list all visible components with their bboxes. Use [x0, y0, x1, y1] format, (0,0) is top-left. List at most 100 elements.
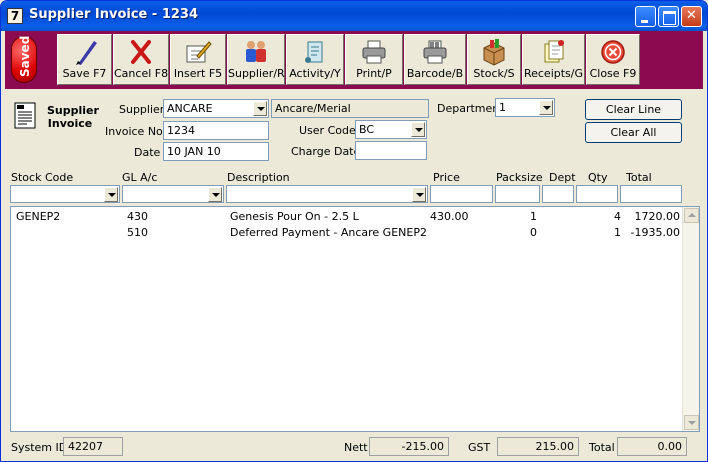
maximize-button[interactable]	[658, 6, 679, 27]
supplier-value: ANCARE	[167, 102, 213, 115]
qty-filter[interactable]	[576, 185, 618, 203]
scroll-up-arrow-icon[interactable]	[684, 208, 699, 223]
grid-scrollbar[interactable]	[682, 207, 699, 431]
printer-icon	[362, 40, 386, 64]
price-filter[interactable]	[430, 185, 493, 203]
supplier-button[interactable]: Supplier/R	[227, 34, 285, 85]
insert-pencil-icon	[186, 41, 212, 63]
close-window-button[interactable]	[681, 6, 702, 27]
minimize-button[interactable]	[635, 6, 656, 27]
cancel-x-icon	[131, 40, 151, 64]
stock-code-filter[interactable]	[10, 185, 120, 203]
col-dept: Dept	[549, 171, 576, 184]
pen-icon	[75, 41, 97, 65]
barcode-button[interactable]: Barcode/B	[404, 34, 466, 85]
save-button[interactable]: Save F7	[57, 34, 112, 85]
activity-button-label: Activity/Y	[289, 67, 341, 80]
barcode-printer-icon	[423, 40, 447, 64]
receipts-button-label: Receipts/G	[523, 67, 584, 80]
dept-filter[interactable]	[542, 185, 574, 203]
receipts-button[interactable]: Receipts/G	[522, 34, 585, 85]
row-price: 430.00	[430, 210, 469, 223]
user-code-select[interactable]: BC	[355, 120, 427, 139]
row-packsize: 0	[530, 226, 537, 239]
gl-filter-arrow-icon[interactable]	[208, 187, 222, 202]
row-stock-code: GENEP2	[16, 210, 61, 223]
total-filter[interactable]	[620, 185, 682, 203]
nett-label: Nett	[344, 441, 368, 454]
cancel-button-label: Cancel F8	[114, 67, 169, 80]
row-total: 1720.00	[634, 210, 681, 223]
invoice-no-input[interactable]: 1234	[163, 121, 269, 140]
invoice-no-label: Invoice No.	[105, 125, 167, 138]
clear-all-button[interactable]: Clear All	[585, 122, 682, 143]
user-code-label: User Code	[299, 124, 356, 137]
row-gl: 510	[127, 226, 148, 239]
col-qty: Qty	[588, 171, 608, 184]
activity-button[interactable]: Activity/Y	[286, 34, 344, 85]
supplier-dropdown-arrow-icon[interactable]	[253, 101, 267, 116]
print-button-label: Print/P	[356, 67, 392, 80]
total-value: 0.00	[617, 437, 687, 456]
close-circle-icon	[601, 40, 625, 64]
form-title: Supplier Invoice	[47, 104, 99, 130]
clear-line-button[interactable]: Clear Line	[585, 99, 682, 120]
system-id-value: 42207	[63, 437, 123, 456]
row-gl: 430	[127, 210, 148, 223]
charge-date-input[interactable]	[355, 141, 427, 160]
row-total: -1935.00	[630, 226, 680, 239]
gl-filter[interactable]	[122, 185, 224, 203]
close-button-label: Close F9	[589, 67, 637, 80]
print-button[interactable]: Print/P	[345, 34, 403, 85]
date-label: Date	[134, 146, 161, 159]
user-code-value: BC	[359, 123, 375, 136]
saved-badge-label: Saved	[18, 35, 32, 77]
col-total: Total	[626, 171, 652, 184]
table-row[interactable]: 510 Deferred Payment - Ancare GENEP2 0 1…	[11, 225, 684, 240]
insert-button[interactable]: Insert F5	[170, 34, 226, 85]
col-price: Price	[433, 171, 460, 184]
description-filter[interactable]	[226, 185, 428, 203]
charge-date-label: Charge Date	[291, 145, 361, 158]
barcode-button-label: Barcode/B	[406, 67, 464, 80]
nett-value: -215.00	[369, 437, 449, 456]
scroll-icon	[305, 41, 323, 63]
department-value: 1	[499, 101, 506, 114]
department-label: Department	[437, 102, 504, 115]
insert-button-label: Insert F5	[173, 67, 223, 80]
close-button[interactable]: Close F9	[586, 34, 640, 85]
supplier-label: Supplier	[119, 103, 165, 116]
stock-box-icon	[483, 39, 505, 66]
total-label: Total	[589, 441, 615, 454]
stock-code-filter-arrow-icon[interactable]	[104, 187, 118, 202]
col-gl-ac: GL A/c	[122, 171, 158, 184]
row-description: Deferred Payment - Ancare GENEP2	[230, 226, 427, 239]
col-description: Description	[227, 171, 290, 184]
system-id-label: System ID	[11, 441, 68, 454]
table-row[interactable]: GENEP2 430 Genesis Pour On - 2.5 L 430.0…	[11, 209, 684, 224]
people-icon	[246, 41, 266, 62]
supplier-name-field: Ancare/Merial	[271, 99, 429, 118]
scroll-down-arrow-icon[interactable]	[684, 415, 699, 430]
stock-button-label: Stock/S	[473, 67, 515, 80]
receipts-icon	[544, 40, 564, 63]
row-qty: 4	[614, 210, 621, 223]
window-title: Supplier Invoice - 1234	[29, 7, 198, 22]
invoice-lines-grid[interactable]: GENEP2 430 Genesis Pour On - 2.5 L 430.0…	[10, 206, 700, 432]
saved-badge: Saved	[11, 36, 37, 83]
gst-value: 215.00	[497, 437, 579, 456]
user-code-dropdown-arrow-icon[interactable]	[411, 122, 425, 137]
gst-label: GST	[468, 441, 491, 454]
date-input[interactable]: 10 JAN 10	[163, 142, 269, 161]
department-select[interactable]: 1	[495, 98, 555, 117]
app-icon[interactable]: 7	[7, 8, 23, 24]
packsize-filter[interactable]	[495, 185, 540, 203]
cancel-button[interactable]: Cancel F8	[113, 34, 169, 85]
row-packsize: 1	[530, 210, 537, 223]
stock-button[interactable]: Stock/S	[467, 34, 521, 85]
title-bar[interactable]: 7 Supplier Invoice - 1234	[1, 1, 707, 31]
supplier-select[interactable]: ANCARE	[163, 99, 269, 118]
description-filter-arrow-icon[interactable]	[412, 187, 426, 202]
department-dropdown-arrow-icon[interactable]	[539, 100, 553, 115]
toolbar: Saved Save F7 Cancel F8 Insert F5 Suppli…	[5, 31, 703, 89]
